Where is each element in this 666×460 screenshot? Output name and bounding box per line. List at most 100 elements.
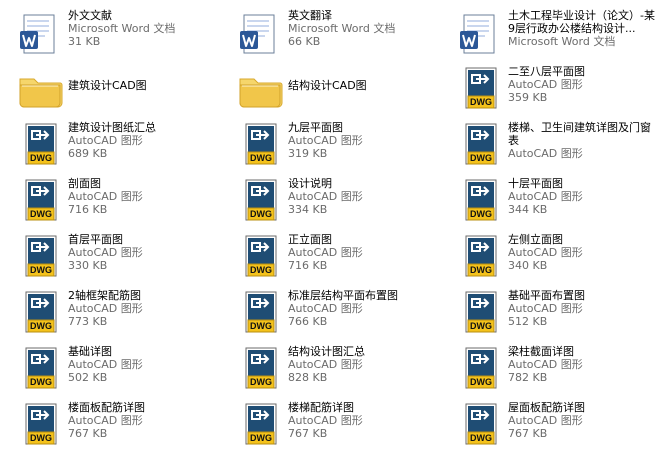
dwg-file-icon: DWG bbox=[16, 289, 64, 337]
word-doc-icon bbox=[236, 9, 284, 57]
svg-text:DWG: DWG bbox=[470, 153, 492, 163]
file-item[interactable]: DWG 十层平面图 AutoCAD 图形 344 KB bbox=[440, 173, 660, 229]
file-item[interactable]: 外文文献 Microsoft Word 文档 31 KB bbox=[0, 5, 220, 61]
folder-item[interactable]: 建筑设计CAD图 bbox=[0, 61, 220, 117]
file-name: 正立面图 bbox=[288, 233, 332, 246]
svg-text:DWG: DWG bbox=[30, 321, 52, 331]
dwg-file-icon: DWG bbox=[456, 289, 504, 337]
word-doc-icon bbox=[456, 9, 504, 57]
dwg-file-icon: DWG bbox=[456, 233, 504, 281]
file-name: 剖面图 bbox=[68, 177, 101, 190]
file-name: 土木工程毕业设计（论文）-某9层行政办公楼结构设计... bbox=[508, 9, 655, 35]
file-type: AutoCAD 图形 bbox=[288, 358, 363, 371]
file-item[interactable]: DWG 屋面板配筋详图 AutoCAD 图形 767 KB bbox=[440, 397, 660, 453]
file-meta: 建筑设计CAD图 bbox=[68, 79, 218, 92]
file-meta: 楼面板配筋详图 AutoCAD 图形 767 KB bbox=[68, 401, 218, 440]
svg-text:DWG: DWG bbox=[470, 265, 492, 275]
file-size: 344 KB bbox=[508, 203, 548, 216]
file-item[interactable]: DWG 楼梯、卫生间建筑详图及门窗表 AutoCAD 图形 bbox=[440, 117, 660, 173]
file-name: 九层平面图 bbox=[288, 121, 343, 134]
dwg-file-icon: DWG bbox=[16, 345, 64, 393]
file-meta: 楼梯、卫生间建筑详图及门窗表 AutoCAD 图形 bbox=[508, 121, 658, 160]
dwg-file-icon: DWG bbox=[456, 401, 504, 449]
file-meta: 基础详图 AutoCAD 图形 502 KB bbox=[68, 345, 218, 384]
file-size: 502 KB bbox=[68, 371, 108, 384]
file-type: AutoCAD 图形 bbox=[508, 147, 583, 160]
file-grid: 外文文献 Microsoft Word 文档 31 KB 英文翻译 Microsoft… bbox=[0, 5, 666, 460]
file-type: AutoCAD 图形 bbox=[68, 190, 143, 203]
file-name: 结构设计图汇总 bbox=[288, 345, 365, 358]
svg-text:DWG: DWG bbox=[250, 153, 272, 163]
file-item[interactable]: DWG 2轴框架配筋图 AutoCAD 图形 773 KB bbox=[0, 285, 220, 341]
svg-text:DWG: DWG bbox=[250, 377, 272, 387]
file-item[interactable]: DWG 设计说明 AutoCAD 图形 334 KB bbox=[220, 173, 440, 229]
file-meta: 十层平面图 AutoCAD 图形 344 KB bbox=[508, 177, 658, 216]
dwg-file-icon: DWG bbox=[236, 345, 284, 393]
svg-text:DWG: DWG bbox=[470, 433, 492, 443]
file-item[interactable]: DWG 首层平面图 AutoCAD 图形 330 KB bbox=[0, 229, 220, 285]
file-item[interactable]: 英文翻译 Microsoft Word 文档 66 KB bbox=[220, 5, 440, 61]
svg-text:DWG: DWG bbox=[470, 377, 492, 387]
file-item[interactable]: DWG 楼面板配筋详图 AutoCAD 图形 767 KB bbox=[0, 397, 220, 453]
file-type: AutoCAD 图形 bbox=[508, 302, 583, 315]
file-name: 基础平面布置图 bbox=[508, 289, 585, 302]
dwg-file-icon: DWG bbox=[16, 121, 64, 169]
svg-text:DWG: DWG bbox=[470, 321, 492, 331]
folder-item[interactable]: 结构设计CAD图 bbox=[220, 61, 440, 117]
dwg-file-icon: DWG bbox=[236, 289, 284, 337]
file-item[interactable]: DWG 左侧立面图 AutoCAD 图形 340 KB bbox=[440, 229, 660, 285]
file-item[interactable]: DWG 梁柱截面详图 AutoCAD 图形 782 KB bbox=[440, 341, 660, 397]
file-meta: 首层平面图 AutoCAD 图形 330 KB bbox=[68, 233, 218, 272]
file-item[interactable]: 土木工程毕业设计（论文）-某9层行政办公楼结构设计... Microsoft Wo… bbox=[440, 5, 660, 61]
file-meta: 英文翻译 Microsoft Word 文档 66 KB bbox=[288, 9, 438, 48]
file-type: AutoCAD 图形 bbox=[68, 414, 143, 427]
file-item[interactable]: DWG 基础详图 AutoCAD 图形 502 KB bbox=[0, 341, 220, 397]
file-meta: 基础平面布置图 AutoCAD 图形 512 KB bbox=[508, 289, 658, 328]
file-type: AutoCAD 图形 bbox=[508, 246, 583, 259]
file-name: 楼面板配筋详图 bbox=[68, 401, 145, 414]
file-item[interactable]: DWG 正立面图 AutoCAD 图形 716 KB bbox=[220, 229, 440, 285]
svg-text:DWG: DWG bbox=[30, 433, 52, 443]
file-meta: 梁柱截面详图 AutoCAD 图形 782 KB bbox=[508, 345, 658, 384]
file-item[interactable]: DWG 楼梯配筋详图 AutoCAD 图形 767 KB bbox=[220, 397, 440, 453]
file-type: AutoCAD 图形 bbox=[508, 414, 583, 427]
file-item[interactable]: DWG 基础平面布置图 AutoCAD 图形 512 KB bbox=[440, 285, 660, 341]
file-name: 楼梯配筋详图 bbox=[288, 401, 354, 414]
file-size: 334 KB bbox=[288, 203, 328, 216]
file-type: AutoCAD 图形 bbox=[508, 78, 583, 91]
file-size: 767 KB bbox=[508, 427, 548, 440]
svg-text:DWG: DWG bbox=[30, 209, 52, 219]
file-type: AutoCAD 图形 bbox=[68, 302, 143, 315]
file-name: 基础详图 bbox=[68, 345, 112, 358]
file-item[interactable]: DWG 结构设计图汇总 AutoCAD 图形 828 KB bbox=[220, 341, 440, 397]
file-type: AutoCAD 图形 bbox=[508, 190, 583, 203]
folder-icon bbox=[16, 65, 64, 113]
svg-text:DWG: DWG bbox=[30, 377, 52, 387]
file-item[interactable]: DWG 二至八层平面图 AutoCAD 图形 359 KB bbox=[440, 61, 660, 117]
dwg-file-icon: DWG bbox=[16, 177, 64, 225]
file-type: AutoCAD 图形 bbox=[68, 358, 143, 371]
svg-text:DWG: DWG bbox=[470, 209, 492, 219]
file-type: AutoCAD 图形 bbox=[288, 302, 363, 315]
file-name: 屋面板配筋详图 bbox=[508, 401, 585, 414]
file-size: 766 KB bbox=[288, 315, 328, 328]
file-meta: 正立面图 AutoCAD 图形 716 KB bbox=[288, 233, 438, 272]
file-meta: 剖面图 AutoCAD 图形 716 KB bbox=[68, 177, 218, 216]
file-type: AutoCAD 图形 bbox=[288, 134, 363, 147]
file-meta: 结构设计图汇总 AutoCAD 图形 828 KB bbox=[288, 345, 438, 384]
file-name: 左侧立面图 bbox=[508, 233, 563, 246]
file-name: 2轴框架配筋图 bbox=[68, 289, 141, 302]
file-item[interactable]: DWG 标准层结构平面布置图 AutoCAD 图形 766 KB bbox=[220, 285, 440, 341]
dwg-file-icon: DWG bbox=[16, 401, 64, 449]
file-meta: 2轴框架配筋图 AutoCAD 图形 773 KB bbox=[68, 289, 218, 328]
dwg-file-icon: DWG bbox=[236, 121, 284, 169]
file-size: 716 KB bbox=[288, 259, 328, 272]
file-meta: 楼梯配筋详图 AutoCAD 图形 767 KB bbox=[288, 401, 438, 440]
file-item[interactable]: DWG 剖面图 AutoCAD 图形 716 KB bbox=[0, 173, 220, 229]
file-item[interactable]: DWG 九层平面图 AutoCAD 图形 319 KB bbox=[220, 117, 440, 173]
svg-text:DWG: DWG bbox=[30, 153, 52, 163]
file-size: 767 KB bbox=[68, 427, 108, 440]
file-item[interactable]: DWG 建筑设计图纸汇总 AutoCAD 图形 689 KB bbox=[0, 117, 220, 173]
file-meta: 九层平面图 AutoCAD 图形 319 KB bbox=[288, 121, 438, 160]
svg-text:DWG: DWG bbox=[250, 209, 272, 219]
